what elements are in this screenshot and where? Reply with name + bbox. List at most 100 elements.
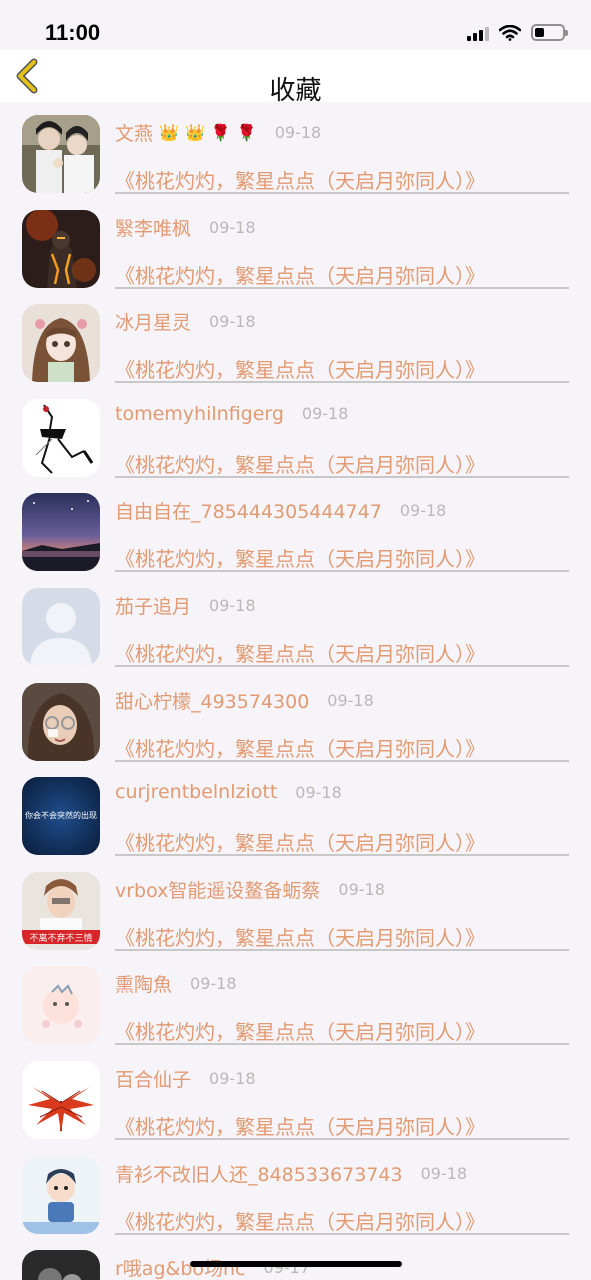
divider (115, 1137, 569, 1140)
book-title-link[interactable]: 《桃花灼灼，繁星点点（天启月弥同人）》 (115, 260, 485, 289)
signal-icon (467, 25, 489, 41)
book-title-link[interactable]: 《桃花灼灼，繁星点点（天启月弥同人）》 (115, 1016, 485, 1045)
divider (115, 381, 569, 384)
book-title-link[interactable]: 《桃花灼灼，繁星点点（天启月弥同人）》 (115, 165, 485, 194)
item-header: 百合仙子 09-18 (115, 1065, 256, 1092)
avatar[interactable] (22, 493, 100, 572)
item-header: 熏陶魚 09-18 (115, 970, 237, 997)
avatar-caption: 你会不会突然的出现 (25, 811, 97, 821)
book-title-link[interactable]: 《桃花灼灼，繁星点点（天启月弥同人）》 (115, 449, 485, 478)
status-time: 11:00 (45, 20, 101, 45)
avatar[interactable] (22, 682, 100, 761)
date: 09-18 (209, 1068, 256, 1088)
book-title-link[interactable]: 《桃花灼灼，繁星点点（天启月弥同人）》 (115, 1206, 485, 1235)
book-title-link[interactable]: 《桃花灼灼，繁星点点（天启月弥同人）》 (115, 1111, 485, 1140)
date: 09-18 (399, 501, 447, 521)
item-header: 青衫不改旧人还_848533673743 09-18 (115, 1160, 467, 1187)
user-name[interactable]: r哦ag&bo场nc (115, 1254, 246, 1280)
date: 09-18 (209, 217, 256, 237)
user-name[interactable]: 茄子追月 (115, 592, 191, 619)
book-title-link[interactable]: 《桃花灼灼，繁星点点（天启月弥同人）》 (115, 733, 485, 762)
book-title-link[interactable]: 《桃花灼灼，繁星点点（天启月弥同人）》 (115, 354, 485, 383)
favorites-list: 文燕 👑 👑 🌹 🌹 09-18 《桃花灼灼，繁星点点（天启月弥同人）》 繄李唯枫 09-18 《… (0, 113, 591, 1280)
list-item[interactable]: 茄子追月 09-18 《桃花灼灼，繁星点点（天启月弥同人）》 (0, 586, 591, 681)
divider (115, 948, 569, 951)
date: 09-18 (420, 1163, 468, 1183)
avatar[interactable] (22, 966, 100, 1045)
avatar[interactable] (22, 115, 100, 193)
user-name[interactable]: 文燕 (115, 119, 153, 146)
divider (115, 1043, 569, 1046)
page-title: 收藏 (269, 76, 322, 106)
item-header: r哦ag&bo场nc 09-17 (115, 1254, 310, 1280)
list-item[interactable]: 你会不会突然的出现 curjrentbelnlziott 09-18 《桃花灼灼，繁星… (0, 775, 591, 870)
battery-icon (531, 24, 568, 41)
divider (115, 286, 569, 289)
rose-icon: 🌹 (236, 123, 257, 142)
divider (115, 1232, 569, 1235)
avatar[interactable]: 不离不弃不三情 (22, 871, 100, 950)
avatar[interactable] (22, 1155, 100, 1234)
navigation-bar: 收藏 (0, 50, 591, 106)
list-item[interactable]: 熏陶魚 09-18 《桃花灼灼，繁星点点（天启月弥同人）》 (0, 964, 591, 1059)
item-header: 文燕 👑 👑 🌹 🌹 09-18 (115, 119, 321, 146)
user-name[interactable]: tomemyhilnfigerg (115, 403, 284, 425)
crown-icon: 👑 (159, 123, 179, 142)
avatar-caption: 不离不弃不三情 (29, 933, 93, 944)
date: 09-18 (327, 690, 374, 710)
date: 09-18 (190, 974, 237, 994)
date: 09-18 (274, 123, 322, 142)
list-item[interactable]: tomemyhilnfigerg 09-18 《桃花灼灼，繁星点点（天启月弥同人）》 (0, 397, 591, 492)
list-item[interactable]: 不离不弃不三情 vrbox智能遥设鳌备蛎蔡 09-18 《桃花灼灼，繁星点点（天启月弥… (0, 870, 591, 965)
avatar[interactable] (22, 587, 100, 666)
item-header: 冰月星灵 09-18 (115, 308, 256, 335)
user-name[interactable]: 冰月星灵 (115, 308, 191, 335)
home-indicator (190, 1261, 402, 1267)
divider (115, 570, 569, 573)
divider (115, 854, 569, 857)
date: 09-18 (295, 782, 342, 802)
list-item[interactable]: 青衫不改旧人还_848533673743 09-18 《桃花灼灼，繁星点点（天启月弥… (0, 1154, 591, 1249)
user-name[interactable]: 甜心柠檬_493574300 (115, 687, 309, 714)
date: 09-18 (301, 404, 349, 424)
avatar[interactable] (22, 1250, 100, 1280)
item-header: 茄子追月 09-18 (115, 592, 256, 619)
avatar[interactable] (22, 304, 100, 383)
item-header: 繄李唯枫 09-18 (115, 214, 256, 241)
book-title-link[interactable]: 《桃花灼灼，繁星点点（天启月弥同人）》 (115, 638, 485, 667)
item-header: 自由自在_785444305444747 09-18 (115, 497, 446, 524)
list-item[interactable]: 百合仙子 09-18 《桃花灼灼，繁星点点（天启月弥同人）》 (0, 1059, 591, 1154)
rose-icon: 🌹 (210, 123, 231, 142)
avatar[interactable] (22, 398, 100, 477)
user-name[interactable]: 青衫不改旧人还_848533673743 (115, 1160, 403, 1187)
date: 09-18 (209, 595, 256, 615)
date: 09-18 (338, 879, 385, 899)
avatar[interactable]: 你会不会突然的出现 (22, 777, 100, 856)
divider (115, 759, 569, 762)
list-item[interactable]: 自由自在_785444305444747 09-18 《桃花灼灼，繁星点点（天启月弥… (0, 491, 591, 586)
book-title-link[interactable]: 《桃花灼灼，繁星点点（天启月弥同人）》 (115, 827, 485, 856)
user-name[interactable]: 熏陶魚 (115, 970, 172, 997)
date: 09-18 (209, 312, 256, 332)
user-name[interactable]: vrbox智能遥设鳌备蛎蔡 (115, 876, 320, 903)
avatar[interactable] (22, 1060, 100, 1139)
user-name[interactable]: 自由自在_785444305444747 (115, 497, 382, 524)
avatar[interactable] (22, 209, 100, 288)
book-title-link[interactable]: 《桃花灼灼，繁星点点（天启月弥同人）》 (115, 922, 485, 951)
user-name[interactable]: 繄李唯枫 (115, 214, 191, 241)
item-header: curjrentbelnlziott 09-18 (115, 781, 342, 803)
list-item[interactable]: 冰月星灵 09-18 《桃花灼灼，繁星点点（天启月弥同人）》 (0, 302, 591, 397)
book-title-link[interactable]: 《桃花灼灼，繁星点点（天启月弥同人）》 (115, 543, 485, 572)
divider (115, 475, 569, 478)
list-item[interactable]: 文燕 👑 👑 🌹 🌹 09-18 《桃花灼灼，繁星点点（天启月弥同人）》 (0, 113, 591, 208)
item-header: tomemyhilnfigerg 09-18 (115, 403, 348, 425)
list-item[interactable]: 甜心柠檬_493574300 09-18 《桃花灼灼，繁星点点（天启月弥同人）》 (0, 681, 591, 776)
divider (115, 664, 569, 667)
user-name[interactable]: curjrentbelnlziott (115, 781, 277, 803)
list-item[interactable]: 繄李唯枫 09-18 《桃花灼灼，繁星点点（天启月弥同人）》 (0, 208, 591, 303)
wifi-icon (499, 24, 521, 41)
crown-icon: 👑 (184, 123, 205, 142)
status-icons (467, 24, 568, 41)
user-name[interactable]: 百合仙子 (115, 1065, 191, 1092)
item-header: 甜心柠檬_493574300 09-18 (115, 687, 374, 714)
